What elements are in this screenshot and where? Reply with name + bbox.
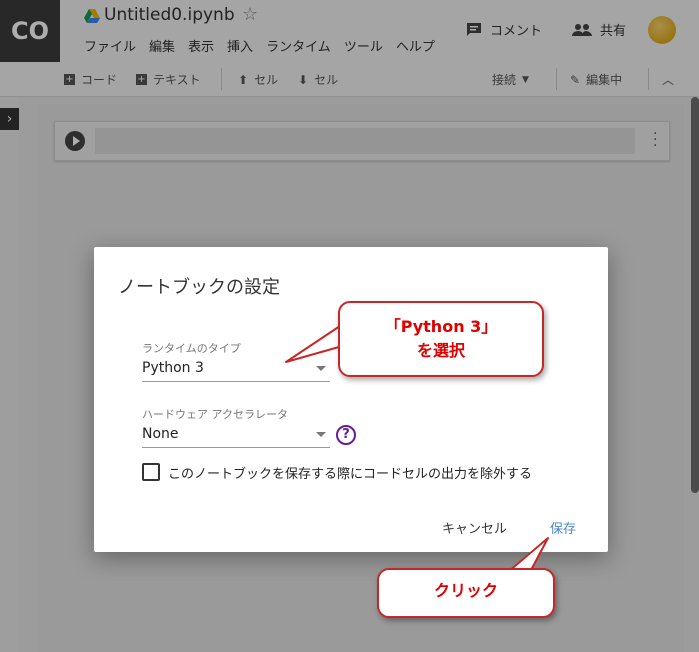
callout-pointer xyxy=(285,321,347,363)
select-python-callout: 「Python 3」 を選択 xyxy=(338,301,544,377)
callout-line: 「Python 3」 xyxy=(384,317,498,336)
callout-line: を選択 xyxy=(416,341,465,360)
callout-pointer xyxy=(507,537,549,573)
click-callout: クリック xyxy=(377,568,555,618)
